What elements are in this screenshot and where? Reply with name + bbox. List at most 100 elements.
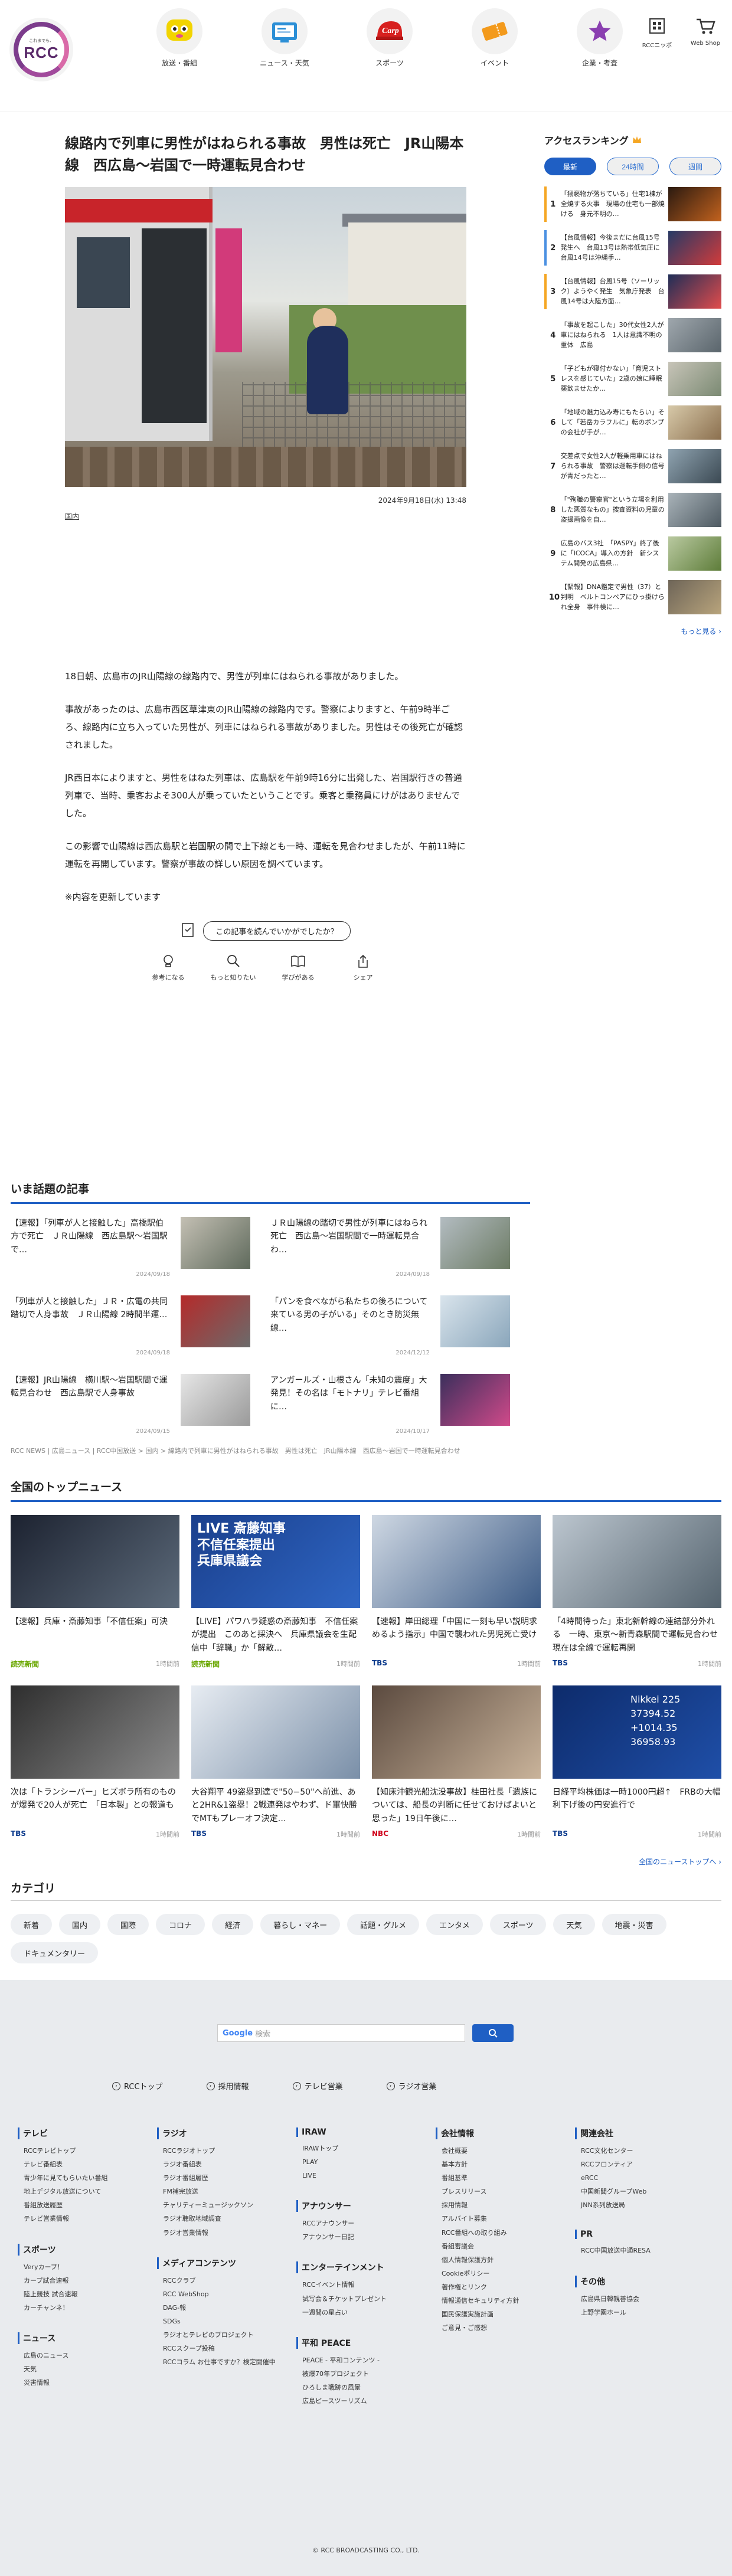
footer-group-link[interactable]: 国民保護実施計画 bbox=[436, 2307, 568, 2321]
ranking-item[interactable]: 9 広島のバス3社 「PASPY」終了後に「ICOCA」導入の方針 新システム開発… bbox=[544, 533, 721, 574]
footer-group-link[interactable]: プレスリリース bbox=[436, 2185, 568, 2198]
news-card[interactable]: 次は「トランシーバー」ヒズボラ所有のものが爆発で20人が死亡 「日本製」との報道… bbox=[11, 1685, 179, 1839]
footer-group-link[interactable]: アルバイト募集 bbox=[436, 2212, 568, 2225]
footer-group-link[interactable]: 番組審議会 bbox=[436, 2240, 568, 2253]
tab-24h[interactable]: 24時間 bbox=[607, 158, 659, 175]
category-new[interactable]: 新着 bbox=[11, 1914, 53, 1935]
footer-group-link[interactable]: 番組基準 bbox=[436, 2171, 568, 2185]
ranking-item[interactable]: 7 交差点で女性2人が軽乗用車にはねられる事故 警察は運転手側の信号が青だったと… bbox=[544, 446, 721, 487]
news-card[interactable]: LIVE 斎藤知事 不信任案提出 兵庫県議会 【LIVE】パワハラ疑惑の斎藤知事 … bbox=[191, 1515, 360, 1669]
ranking-item[interactable]: 4 「事故を起こした」30代女性2人が車にはねられる 1人は意識不明の重体 広島 bbox=[544, 315, 721, 356]
web-shop-link[interactable]: Web Shop bbox=[685, 17, 726, 47]
category-domestic[interactable]: 国内 bbox=[59, 1914, 101, 1935]
news-card[interactable]: 【速報】兵庫・斎藤知事「不信任案」可決 読売新聞 1時間前 bbox=[11, 1515, 179, 1669]
footer-group-link[interactable]: ラジオ聴取地域調査 bbox=[157, 2212, 289, 2225]
footer-group-link[interactable]: IRAWトップ bbox=[296, 2142, 429, 2155]
footer-group-link[interactable]: RCC WebShop bbox=[157, 2287, 289, 2301]
footer-group-link[interactable]: SDGs bbox=[157, 2315, 289, 2328]
footer-group-link[interactable]: PLAY bbox=[296, 2155, 429, 2169]
category-documentary[interactable]: ドキュメンタリー bbox=[11, 1942, 99, 1963]
tab-latest[interactable]: 最新 bbox=[544, 158, 596, 175]
footer-group-link[interactable]: 採用情報 bbox=[436, 2198, 568, 2212]
nav-item-news-weather[interactable]: ニュース・天気 bbox=[232, 8, 337, 68]
category-covid[interactable]: コロナ bbox=[156, 1914, 205, 1935]
ranking-item[interactable]: 8 「"殉職の警察官"という立場を利用した悪質なもの」捜査資料の児童の盗撮画像を自… bbox=[544, 489, 721, 531]
topic-item[interactable]: 【速報】JR山陽線 横川駅～岩国駅間で運転見合わせ 西広島駅で人身事故 2024/… bbox=[11, 1374, 270, 1435]
footer-group-link[interactable]: RCC番組への取り組み bbox=[436, 2226, 568, 2240]
nav-item-programs[interactable]: 放送・番組 bbox=[127, 8, 232, 68]
footer-link-recruit[interactable]: › 採用情報 bbox=[206, 2080, 249, 2091]
footer-group-title[interactable]: IRAW bbox=[296, 2127, 429, 2137]
footer-group-link[interactable]: eRCC bbox=[575, 2171, 707, 2185]
footer-group-link[interactable]: RCCラジオトップ bbox=[157, 2144, 289, 2158]
footer-group-link[interactable]: 会社概要 bbox=[436, 2144, 568, 2158]
footer-group-link[interactable]: LIVE bbox=[296, 2169, 429, 2182]
footer-group-title[interactable]: PR bbox=[575, 2230, 707, 2240]
footer-group-link[interactable]: 被爆70年プロジェクト bbox=[296, 2367, 429, 2381]
footer-group-link[interactable]: アナウンサー日記 bbox=[296, 2230, 429, 2244]
news-card[interactable]: 大谷翔平 49盗塁到達で"50−50"へ前進、あと2HR&1盗塁！2戦連発はやわ… bbox=[191, 1685, 360, 1839]
category-sports[interactable]: スポーツ bbox=[489, 1914, 547, 1935]
footer-group-link[interactable]: ラジオとテレビのプロジェクト bbox=[157, 2328, 289, 2342]
footer-group-link[interactable]: RCCコラム お仕事ですか？検定開催中 bbox=[157, 2355, 289, 2369]
footer-group-link[interactable]: テレビ営業情報 bbox=[18, 2212, 150, 2225]
footer-group-title[interactable]: その他 bbox=[575, 2275, 707, 2287]
rcc-nippo-link[interactable]: RCCニッポ bbox=[636, 17, 678, 49]
footer-group-link[interactable]: 広島県日韓親善協会 bbox=[575, 2292, 707, 2306]
category-international[interactable]: 国際 bbox=[107, 1914, 149, 1935]
footer-group-link[interactable]: JNN系列放送局 bbox=[575, 2198, 707, 2212]
category-entertainment[interactable]: エンタメ bbox=[426, 1914, 483, 1935]
footer-group-link[interactable]: 広島ピースツーリズム bbox=[296, 2394, 429, 2408]
share-button[interactable]: シェア bbox=[338, 954, 388, 982]
footer-group-link[interactable]: RCC中国放送中通RESA bbox=[575, 2244, 707, 2257]
footer-group-link[interactable]: ご意見・ご感想 bbox=[436, 2321, 568, 2335]
footer-group-link[interactable]: FM補完放送 bbox=[157, 2185, 289, 2198]
ranking-item[interactable]: 10 【緊報】DNA鑑定で男性（37）と判明 ベルトコンベアにひっ掛けられ全身 事… bbox=[544, 577, 721, 618]
ranking-more-link[interactable]: もっと見る › bbox=[544, 626, 721, 636]
footer-group-link[interactable]: ラジオ営業情報 bbox=[157, 2226, 289, 2240]
footer-group-link[interactable]: 災害情報 bbox=[18, 2376, 150, 2390]
category-economy[interactable]: 経済 bbox=[212, 1914, 254, 1935]
footer-group-link[interactable]: PEACE - 平和コンテンツ - bbox=[296, 2354, 429, 2367]
search-button[interactable] bbox=[472, 2024, 514, 2042]
breadcrumb[interactable]: RCC NEWS | 広島ニュース | RCC中国放送 > 国内 > 線路内で列… bbox=[11, 1446, 460, 1455]
footer-group-link[interactable]: RCCイベント情報 bbox=[296, 2278, 429, 2292]
footer-group-title[interactable]: 平和 PEACE bbox=[296, 2336, 429, 2349]
news-card[interactable]: 【知床沖観光船沈没事故】桂田社長「遺族については、船長の判断に任せておけばよいと… bbox=[372, 1685, 541, 1839]
footer-group-link[interactable]: RCCテレビトップ bbox=[18, 2144, 150, 2158]
footer-group-title[interactable]: アナウンサー bbox=[296, 2200, 429, 2212]
footer-group-link[interactable]: RCC文化センター bbox=[575, 2144, 707, 2158]
footer-group-link[interactable]: ラジオ番組表 bbox=[157, 2158, 289, 2171]
footer-group-title[interactable]: テレビ bbox=[18, 2127, 150, 2139]
footer-group-title[interactable]: スポーツ bbox=[18, 2243, 150, 2256]
footer-group-link[interactable]: RCCフロンティア bbox=[575, 2158, 707, 2171]
article-category-link[interactable]: 国内 bbox=[65, 511, 79, 521]
ranking-item[interactable]: 5 「子どもが寝付かない」「育児ストレスを感じていた」2歳の娘に睡眠薬飲ませたか… bbox=[544, 358, 721, 400]
footer-group-link[interactable]: 情報通信セキュリティ方針 bbox=[436, 2294, 568, 2307]
footer-group-link[interactable]: 個人情報保護方針 bbox=[436, 2253, 568, 2267]
news-card[interactable]: 「4時間待った」東北新幹線の連結部分外れる 一時、東京～新青森駅間で運転見合わせ… bbox=[553, 1515, 721, 1669]
footer-group-title[interactable]: ラジオ bbox=[157, 2127, 289, 2139]
footer-group-link[interactable]: 広島のニュース bbox=[18, 2349, 150, 2362]
footer-group-link[interactable]: 青少年に見てもらいたい番組 bbox=[18, 2171, 150, 2185]
topic-item[interactable]: 「パンを食べながら私たちの後ろについて来ている男の子がいる」そのとき防災無線… 2… bbox=[270, 1295, 530, 1356]
footer-group-link[interactable]: チャリティーミュージックソン bbox=[157, 2198, 289, 2212]
ranking-item[interactable]: 2 【台風情報】今後まだに台風15号発生へ 台風13号は熱帯低気圧に 台風14号は… bbox=[544, 227, 721, 269]
footer-group-title[interactable]: メディアコンテンツ bbox=[157, 2257, 289, 2269]
footer-group-link[interactable]: 基本方針 bbox=[436, 2158, 568, 2171]
tab-weekly[interactable]: 週間 bbox=[669, 158, 721, 175]
ranking-item[interactable]: 6 「地域の魅力込み寿にもたらい」そして「若岳カラフルに」転のボンプの会社が手が… bbox=[544, 402, 721, 443]
footer-group-title[interactable]: 会社情報 bbox=[436, 2127, 568, 2139]
footer-group-title[interactable]: ニュース bbox=[18, 2332, 150, 2344]
footer-group-link[interactable]: RCCアナウンサー bbox=[296, 2217, 429, 2230]
footer-group-link[interactable]: Cookieポリシー bbox=[436, 2267, 568, 2280]
footer-group-link[interactable]: テレビ番組表 bbox=[18, 2158, 150, 2171]
footer-group-link[interactable]: 中国新聞グループWeb bbox=[575, 2185, 707, 2198]
ranking-item[interactable]: 1 「猥褻物が落ちている」住宅1棟が全焼する火事 現場の住宅も一部焼ける 身元不明… bbox=[544, 184, 721, 225]
footer-group-title[interactable]: エンターテインメント bbox=[296, 2261, 429, 2274]
category-weather[interactable]: 天気 bbox=[553, 1914, 595, 1935]
footer-group-link[interactable]: DAG-報 bbox=[157, 2301, 289, 2315]
ranking-item[interactable]: 3 【台風情報】台風15号（ソーリック）ようやく発生 気象庁発表 台風14号は大陸… bbox=[544, 271, 721, 312]
footer-group-link[interactable]: 陸上競技 試合速報 bbox=[18, 2287, 150, 2301]
category-topics-gourmet[interactable]: 話題・グルメ bbox=[347, 1914, 420, 1935]
